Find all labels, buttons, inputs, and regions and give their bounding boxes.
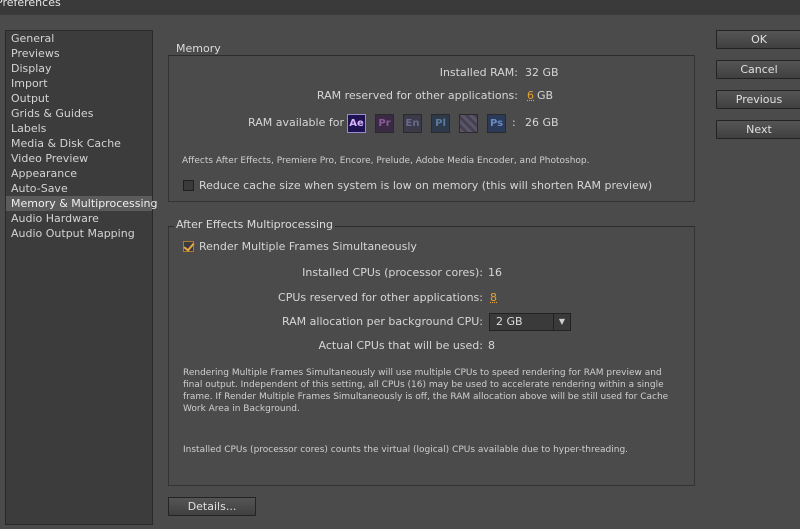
hyperthreading-note: Installed CPUs (processor cores) counts …	[183, 445, 629, 455]
multiprocessing-note-line-2: final output. Independent of this settin…	[183, 380, 664, 390]
multiprocessing-note-line-3: frame. If Render Multiple Frames Simulta…	[183, 392, 669, 402]
ram-allocation-label: RAM allocation per background CPU:	[281, 315, 483, 328]
render-multiple-frames-checkbox[interactable]	[183, 241, 194, 252]
ram-available-sep: :	[512, 116, 516, 129]
reduce-cache-label[interactable]: Reduce cache size when system is low on …	[199, 179, 652, 192]
cancel-button[interactable]: Cancel	[716, 60, 800, 79]
reserved-cpus-label: CPUs reserved for other applications:	[278, 291, 483, 304]
after-effects-abbr: Ae	[349, 118, 364, 129]
prelude-icon: Pl	[431, 114, 450, 133]
photoshop-icon: Ps	[487, 114, 506, 133]
media-encoder-icon	[459, 114, 478, 133]
photoshop-abbr: Ps	[489, 118, 504, 129]
ram-reserved-value[interactable]: 6	[527, 89, 534, 102]
prelude-abbr: Pl	[435, 118, 446, 129]
ram-reserved-unit: GB	[537, 89, 554, 102]
sidebar-item-grids-guides[interactable]: Grids & Guides	[6, 106, 152, 121]
title-bar: Preferences	[0, 0, 800, 15]
installed-cpus-value: 16	[488, 266, 502, 279]
actual-cpus-value: 8	[488, 339, 495, 352]
previous-button[interactable]: Previous	[716, 90, 800, 109]
multiprocessing-note-line-4: Work Area in Background.	[183, 404, 300, 414]
reserved-cpus-value[interactable]: 8	[490, 291, 497, 304]
sidebar-item-display[interactable]: Display	[6, 61, 152, 76]
sidebar-item-appearance[interactable]: Appearance	[6, 166, 152, 181]
premiere-pro-icon: Pr	[375, 114, 394, 133]
installed-ram-label: Installed RAM:	[439, 66, 518, 79]
sidebar-item-import[interactable]: Import	[6, 76, 152, 91]
encore-abbr: En	[405, 118, 420, 129]
after-effects-icon: Ae	[347, 114, 366, 133]
sidebar-item-labels[interactable]: Labels	[6, 121, 152, 136]
ok-button[interactable]: OK	[716, 30, 800, 49]
sidebar-item-audio-output-mapping[interactable]: Audio Output Mapping	[6, 226, 152, 241]
sidebar-item-media-disk-cache[interactable]: Media & Disk Cache	[6, 136, 152, 151]
ram-allocation-dropdown[interactable]: 2 GB ▼	[489, 313, 571, 331]
sidebar-item-memory-multiprocessing[interactable]: Memory & Multiprocessing	[6, 196, 157, 211]
next-button[interactable]: Next	[716, 120, 800, 139]
affects-note: Affects After Effects, Premiere Pro, Enc…	[182, 156, 590, 166]
ram-allocation-selected: 2 GB	[496, 315, 523, 328]
sidebar-item-output[interactable]: Output	[6, 91, 152, 106]
ram-available-label: RAM available for	[248, 116, 344, 129]
render-multiple-frames-label[interactable]: Render Multiple Frames Simultaneously	[199, 240, 417, 253]
category-list[interactable]: General Previews Display Import Output G…	[5, 30, 157, 525]
memory-group-title: Memory	[174, 42, 223, 55]
multiprocessing-note-line-1: Rendering Multiple Frames Simultaneously…	[183, 368, 662, 378]
sidebar-item-video-preview[interactable]: Video Preview	[6, 151, 152, 166]
multiprocessing-group-title: After Effects Multiprocessing	[174, 218, 335, 231]
sidebar-item-auto-save[interactable]: Auto-Save	[6, 181, 152, 196]
actual-cpus-label: Actual CPUs that will be used:	[318, 339, 483, 352]
ram-reserved-label: RAM reserved for other applications:	[316, 89, 518, 102]
installed-ram-value: 32 GB	[525, 66, 559, 79]
ram-available-value: 26 GB	[525, 116, 559, 129]
reduce-cache-checkbox[interactable]	[183, 180, 194, 191]
details-button[interactable]: Details...	[168, 497, 256, 516]
sidebar-item-previews[interactable]: Previews	[6, 46, 152, 61]
encore-icon: En	[403, 114, 422, 133]
sidebar-item-audio-hardware[interactable]: Audio Hardware	[6, 211, 152, 226]
multiprocessing-note: Rendering Multiple Frames Simultaneously…	[183, 367, 683, 415]
window-title: Preferences	[0, 0, 61, 9]
installed-cpus-label: Installed CPUs (processor cores):	[302, 266, 483, 279]
sidebar-item-general[interactable]: General	[6, 31, 152, 46]
premiere-pro-abbr: Pr	[378, 118, 391, 129]
chevron-down-icon: ▼	[553, 314, 570, 330]
